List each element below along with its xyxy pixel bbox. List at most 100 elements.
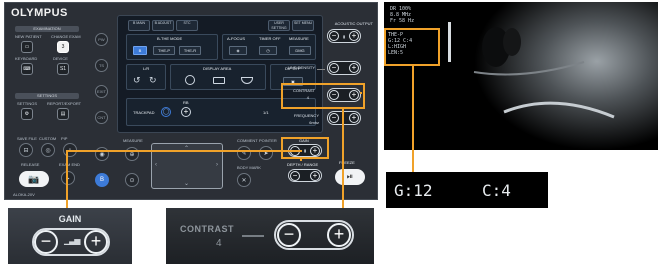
contrast-plus-button[interactable]: + <box>349 90 359 100</box>
erase-button[interactable]: ✕ <box>237 173 251 187</box>
gain-readout: G:12 <box>394 181 433 200</box>
gain-connector-horizontal <box>66 150 302 152</box>
cnt-button[interactable]: CNT <box>95 111 108 124</box>
focus-timer-measure-section: A-FOCUS TIMER OFF MEASURE ◈ ◷ DMG <box>222 34 316 60</box>
depth-range-control: − + <box>288 169 322 182</box>
image-overlay-params: THE-P G:12 C:4 L:HIGH LEN:5 <box>388 32 412 56</box>
gain-zoom-minus-button[interactable]: − <box>34 230 58 254</box>
display-rect-icon[interactable] <box>213 77 225 84</box>
acoustic-output-label: ACOUSTIC OUTPUT <box>334 21 373 26</box>
release-camera-button[interactable]: 📷 <box>19 171 49 187</box>
line-density-plus-button[interactable]: + <box>349 63 359 73</box>
pip-label: PIP <box>61 136 68 141</box>
ultrasound-image-panel: DR 100% 8.8 MHz Fr 58 Hz THE-P G:12 C:4 … <box>384 2 658 150</box>
frequency-label: FREQUENCY <box>293 113 319 118</box>
ultrasound-scan-image <box>448 2 658 150</box>
cnt-button-label: CNT <box>97 115 106 120</box>
device-button[interactable]: S1 <box>57 63 69 75</box>
measure-sub-button[interactable]: ⊙ <box>125 173 139 187</box>
ultrasound-console-panel: OLYMPUS EXAMINATION NEW PATIENT CHANGE E… <box>4 2 378 200</box>
device-label: DEVICE <box>53 56 68 61</box>
measure-sub-icon: ⊙ <box>129 177 135 184</box>
tab-b-adjust[interactable]: B ADJUST <box>152 20 174 31</box>
acoustic-output-control: − ▮ + <box>327 29 361 43</box>
pointer-button[interactable]: ➤ <box>259 146 273 160</box>
contrast-label: CONTRAST <box>293 88 315 93</box>
export-icon: ▤ <box>60 111 66 117</box>
param-connector-down <box>412 66 414 172</box>
b-mode-hard-button[interactable]: B <box>95 173 109 187</box>
mode-b-button[interactable]: B <box>133 46 147 55</box>
trackpad-label: TRACKPAD <box>133 110 155 115</box>
ts-button[interactable]: TS <box>95 59 108 72</box>
patient-icon: ▭ <box>24 44 30 50</box>
body-mark-label: BODY MARK <box>237 165 261 170</box>
rotate-left-icon[interactable]: ↺ <box>133 75 141 86</box>
trackpad-select-icon[interactable]: ◯ <box>161 107 171 117</box>
trackpad-left-arrow: ‹ <box>155 162 157 168</box>
measure-value-button[interactable]: DMG <box>289 46 311 55</box>
timer-button[interactable]: ◷ <box>259 46 277 55</box>
depth-minus-button[interactable]: − <box>290 170 300 181</box>
gain-zoom-level-icon: ▁▃▅ <box>64 236 81 245</box>
display-full-icon[interactable] <box>185 75 195 85</box>
gain-zoom-plus-button[interactable]: + <box>84 230 108 254</box>
tab-user-setting[interactable]: USER SETTING <box>268 20 290 31</box>
brand-logo: OLYMPUS <box>11 7 68 19</box>
contrast-readout: C:4 <box>482 181 511 200</box>
mode-the-p-button[interactable]: THE-P <box>153 46 175 55</box>
frequency-value: 6mhz <box>309 120 319 125</box>
custom-button[interactable]: ◎ <box>41 143 55 157</box>
line-density-minus-button[interactable]: − <box>329 63 339 73</box>
acoustic-minus-button[interactable]: − <box>329 31 339 41</box>
rotate-right-icon[interactable]: ↻ <box>149 75 157 86</box>
gain-contrast-readout-inset: G:12 C:4 <box>386 172 548 208</box>
tab-b-main[interactable]: B MAIN <box>128 20 150 31</box>
new-patient-button[interactable]: ▭ <box>21 41 33 53</box>
contrast-minus-button[interactable]: − <box>329 90 339 100</box>
focus-icon: ◈ <box>236 48 240 53</box>
acoustic-level-icon: ▮ <box>342 33 346 39</box>
display-sector-icon[interactable] <box>241 77 253 84</box>
tab-stc[interactable]: STC <box>176 20 198 31</box>
trackpad-right-arrow: › <box>216 162 218 168</box>
footer-model-text: ALOKA-20V <box>13 192 35 197</box>
gain-zoom-title: GAIN <box>58 214 82 224</box>
settings-button[interactable]: ⚙ <box>21 108 33 120</box>
param-line-4: LEN:5 <box>388 50 404 56</box>
focus-button[interactable]: ◈ <box>229 46 247 55</box>
line-density-control: − + <box>327 61 361 75</box>
custom-icon: ◎ <box>45 147 51 154</box>
frequency-plus-button[interactable]: + <box>349 113 359 123</box>
mode-the-r-button[interactable]: THE-R <box>179 46 201 55</box>
depth-plus-button[interactable]: + <box>310 170 320 181</box>
comment-button[interactable]: ✎ <box>237 146 251 160</box>
erase-icon: ✕ <box>241 177 247 184</box>
save-file-button[interactable]: ⊟ <box>19 143 33 157</box>
b-mode-section-label: B-THE MODE <box>157 36 183 41</box>
gain-plus-button[interactable]: + <box>309 145 320 156</box>
tab-set-menu[interactable]: SET MENU <box>292 20 314 31</box>
change-exam-button[interactable]: 3 <box>57 41 69 53</box>
contrast-zoom-plus-button[interactable]: + <box>327 223 351 247</box>
contrast-zoom-minus-button[interactable]: − <box>277 223 301 247</box>
freeze-button[interactable]: ⏯ <box>335 169 365 185</box>
depth-range-label: DEPTH / RANGE <box>287 162 319 167</box>
exit-button[interactable]: EXIT <box>95 85 108 98</box>
lr-section: L/R ↺ ↻ <box>126 64 166 90</box>
trackpad-add-icon[interactable]: + <box>181 107 191 117</box>
keyboard-button[interactable]: ⌨ <box>21 63 33 75</box>
report-export-button[interactable]: ▤ <box>57 108 69 120</box>
device-glyph: S1 <box>59 66 67 72</box>
frequency-minus-button[interactable]: − <box>329 113 339 123</box>
acoustic-plus-button[interactable]: + <box>348 31 359 41</box>
pw-button[interactable]: PW <box>95 33 108 46</box>
frequency-control: − + <box>327 111 361 125</box>
line-density-label: LINE DENSITY <box>287 65 315 70</box>
measure-section-label: MEASURE <box>289 36 309 41</box>
save-icon: ⊟ <box>23 147 29 154</box>
exam-end-button[interactable]: ▸ <box>61 171 75 185</box>
trackpad-down-arrow: ⌄ <box>184 181 190 187</box>
freeze-icon: ⏯ <box>346 172 354 181</box>
report-export-label: REPORT/EXPORT <box>47 101 82 106</box>
